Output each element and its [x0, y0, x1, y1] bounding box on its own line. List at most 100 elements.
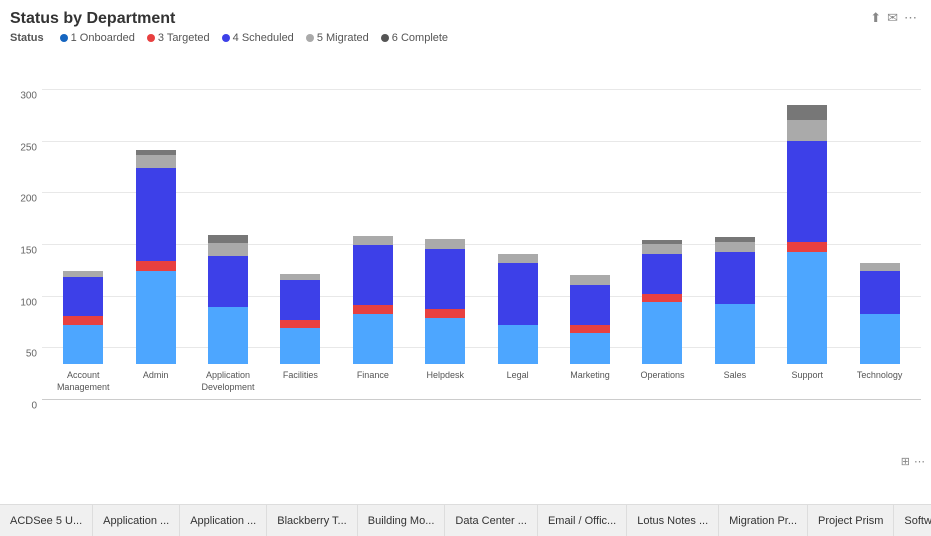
- bar-label-2: Application Development: [202, 370, 255, 400]
- bar-stack-2: [208, 235, 248, 364]
- bar-segment-scheduled[interactable]: [425, 249, 465, 309]
- bar-segment-migrated[interactable]: [715, 242, 755, 252]
- bar-segment-onboarded[interactable]: [787, 252, 827, 364]
- legend-item-migrated: 5 Migrated: [306, 32, 369, 44]
- bar-group-4: Finance: [347, 236, 399, 400]
- bar-stack-6: [498, 254, 538, 364]
- top-right-icons: ⬆ ✉ ⋯: [870, 10, 917, 26]
- bar-segment-scheduled[interactable]: [787, 141, 827, 242]
- tab-application1[interactable]: Application ...: [93, 505, 180, 536]
- bar-segment-targeted[interactable]: [570, 325, 610, 333]
- bar-stack-1: [136, 150, 176, 364]
- bar-segment-scheduled[interactable]: [860, 271, 900, 314]
- y-tick-300: 300: [20, 91, 37, 102]
- bar-group-11: Technology: [854, 263, 906, 400]
- bar-segment-onboarded[interactable]: [570, 333, 610, 364]
- bar-segment-targeted[interactable]: [425, 309, 465, 317]
- bar-group-10: Support: [781, 105, 833, 400]
- bar-group-5: Helpdesk: [419, 239, 471, 400]
- subscribe-icon[interactable]: ✉: [887, 10, 898, 26]
- legend: Status 1 Onboarded 3 Targeted 4 Schedule…: [10, 32, 921, 44]
- bar-stack-5: [425, 239, 465, 364]
- expand-icon[interactable]: ⊞: [901, 455, 910, 468]
- bar-segment-migrated[interactable]: [860, 263, 900, 271]
- bar-segment-migrated[interactable]: [570, 275, 610, 285]
- legend-item-scheduled: 4 Scheduled: [222, 32, 294, 44]
- bar-segment-onboarded[interactable]: [353, 314, 393, 364]
- tab-dataCenter[interactable]: Data Center ...: [445, 505, 538, 536]
- bar-label-4: Finance: [357, 370, 389, 400]
- bar-segment-targeted[interactable]: [63, 316, 103, 324]
- bar-segment-migrated[interactable]: [136, 155, 176, 167]
- bar-group-1: Admin: [130, 150, 182, 400]
- bars-container: Account Management Admin Application Devel…: [42, 50, 921, 400]
- bar-segment-complete[interactable]: [787, 105, 827, 121]
- tab-projectPrism[interactable]: Project Prism: [808, 505, 894, 536]
- tab-emailOffice[interactable]: Email / Offic...: [538, 505, 627, 536]
- bar-label-10: Support: [792, 370, 824, 400]
- bar-segment-onboarded[interactable]: [280, 328, 320, 364]
- bottom-right-icons: ⊞ ⋯: [901, 455, 925, 468]
- more-icon[interactable]: ⋯: [904, 10, 917, 26]
- bar-stack-9: [715, 237, 755, 364]
- bar-segment-onboarded[interactable]: [498, 325, 538, 364]
- bar-segment-onboarded[interactable]: [208, 307, 248, 364]
- options-icon[interactable]: ⋯: [914, 455, 925, 468]
- bar-segment-targeted[interactable]: [280, 320, 320, 328]
- y-axis: 300 250 200 150 100 50 0: [10, 50, 42, 440]
- bar-segment-onboarded[interactable]: [642, 302, 682, 364]
- bar-group-6: Legal: [492, 254, 544, 400]
- y-tick-250: 250: [20, 142, 37, 153]
- bar-segment-onboarded[interactable]: [715, 304, 755, 364]
- bar-segment-onboarded[interactable]: [136, 271, 176, 364]
- bar-group-8: Operations: [636, 240, 688, 400]
- bar-segment-complete[interactable]: [208, 235, 248, 243]
- bar-label-7: Marketing: [570, 370, 610, 400]
- tab-building[interactable]: Building Mo...: [358, 505, 446, 536]
- tab-application2[interactable]: Application ...: [180, 505, 267, 536]
- bar-stack-11: [860, 263, 900, 364]
- bar-stack-0: [63, 271, 103, 364]
- bar-group-3: Facilities: [274, 274, 326, 400]
- share-icon[interactable]: ⬆: [870, 10, 881, 26]
- bar-segment-migrated[interactable]: [642, 244, 682, 254]
- bar-segment-scheduled[interactable]: [570, 285, 610, 324]
- bar-segment-targeted[interactable]: [353, 305, 393, 314]
- bar-segment-scheduled[interactable]: [280, 280, 320, 319]
- bar-segment-migrated[interactable]: [425, 239, 465, 249]
- bar-label-0: Account Management: [57, 370, 110, 400]
- bar-stack-3: [280, 274, 320, 364]
- bar-segment-targeted[interactable]: [136, 261, 176, 271]
- bar-segment-targeted[interactable]: [787, 242, 827, 252]
- legend-item-targeted: 3 Targeted: [147, 32, 210, 44]
- bar-segment-scheduled[interactable]: [715, 252, 755, 304]
- bar-segment-scheduled[interactable]: [498, 263, 538, 325]
- bar-label-6: Legal: [507, 370, 529, 400]
- bar-label-11: Technology: [857, 370, 903, 400]
- bar-group-9: Sales: [709, 237, 761, 400]
- bar-label-1: Admin: [143, 370, 169, 400]
- bar-segment-migrated[interactable]: [208, 243, 248, 255]
- bar-segment-scheduled[interactable]: [63, 277, 103, 316]
- bar-segment-onboarded[interactable]: [860, 314, 900, 364]
- tab-migrationPr[interactable]: Migration Pr...: [719, 505, 808, 536]
- bar-segment-onboarded[interactable]: [63, 325, 103, 364]
- bar-segment-migrated[interactable]: [353, 236, 393, 245]
- bar-group-0: Account Management: [57, 271, 109, 400]
- bar-stack-10: [787, 105, 827, 364]
- bar-segment-migrated[interactable]: [498, 254, 538, 262]
- y-tick-100: 100: [20, 297, 37, 308]
- tab-softwareAs[interactable]: Software As...: [894, 505, 931, 536]
- bar-segment-scheduled[interactable]: [208, 256, 248, 308]
- bar-segment-scheduled[interactable]: [136, 168, 176, 261]
- bar-segment-onboarded[interactable]: [425, 318, 465, 365]
- tab-acdSee[interactable]: ACDSee 5 U...: [0, 505, 93, 536]
- bar-label-9: Sales: [724, 370, 747, 400]
- main-container: ⬆ ✉ ⋯ Status by Department Status 1 Onbo…: [0, 0, 931, 536]
- bar-segment-migrated[interactable]: [787, 120, 827, 141]
- tab-lotusNotes[interactable]: Lotus Notes ...: [627, 505, 719, 536]
- tab-blackberry[interactable]: Blackberry T...: [267, 505, 358, 536]
- bar-segment-scheduled[interactable]: [353, 245, 393, 305]
- bar-segment-scheduled[interactable]: [642, 254, 682, 293]
- bar-segment-targeted[interactable]: [642, 294, 682, 302]
